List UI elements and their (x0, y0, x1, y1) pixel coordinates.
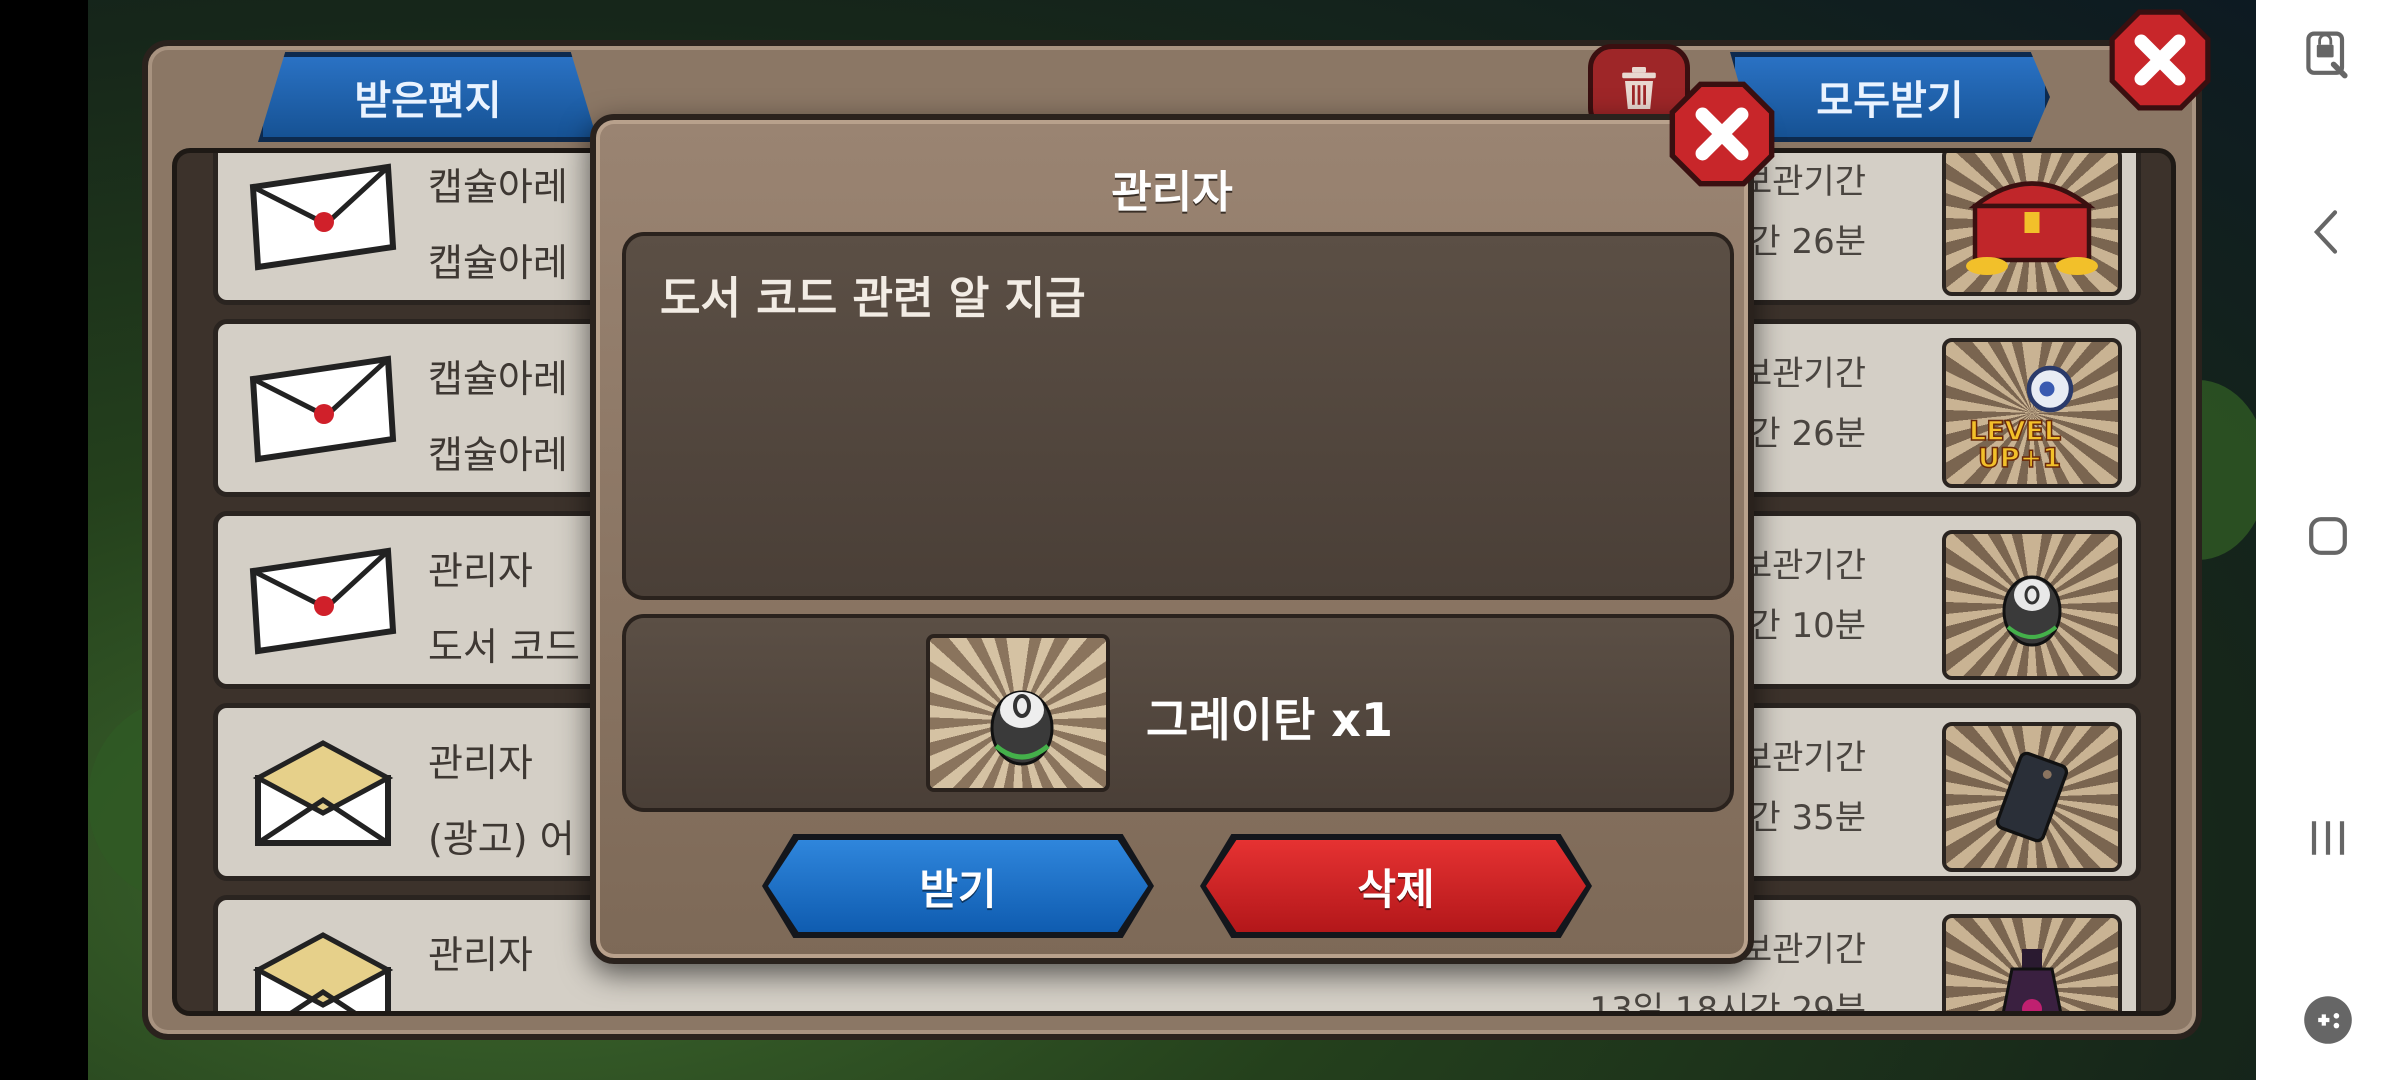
mail-expire-time: 13일 18시간 29분 (1589, 990, 1866, 1016)
recents-icon (2311, 821, 2345, 855)
mail-sender: 캡슐아레 (428, 165, 568, 209)
egg-icon (990, 690, 1054, 766)
mail-reward (1942, 914, 2122, 1011)
game-tools-icon (2304, 996, 2352, 1044)
home-button[interactable] (2292, 500, 2364, 572)
mail-subject: (광고) 어 (428, 817, 575, 861)
message-text: 도서 코드 관련 알 지급 (660, 273, 1086, 324)
trash-icon (1622, 67, 1656, 109)
touch-lock-icon (2306, 31, 2348, 79)
game-tools-button[interactable] (2292, 984, 2364, 1056)
mail-detail-dialog: 관리자 도서 코드 관련 알 지급 그레이탄 x1 받기 삭제 (590, 114, 1754, 964)
mail-expire-label: 보관기간 (1740, 354, 1866, 394)
potion-icon (2002, 949, 2062, 1011)
ticket-icon (1995, 751, 2069, 843)
mail-subject: 도서 코드 (428, 625, 580, 669)
level-up-icon: LEVEL UP+1 (1968, 365, 2074, 473)
mail-sender: 관리자 (428, 933, 533, 977)
mail-sender: 캡슐아레 (428, 357, 568, 401)
mail-subject: 캡슐아레 (428, 241, 568, 285)
mail-expire-label: 보관기간 (1740, 546, 1866, 586)
receive-button[interactable]: 받기 (768, 840, 1148, 932)
mail-reward: LEVEL UP+1 (1942, 338, 2122, 488)
treasure-chest-icon (1966, 181, 2098, 275)
mail-subject: 캡슐아레 (428, 433, 568, 477)
reward-box: 그레이탄 x1 (622, 614, 1734, 812)
receive-all-button[interactable]: 모두받기 (1730, 52, 2050, 142)
reward-item-frame (926, 634, 1110, 792)
home-icon (2309, 517, 2347, 555)
tab-inbox[interactable]: 받은편지 (258, 52, 598, 142)
back-icon (2313, 210, 2338, 254)
touch-lock-button[interactable] (2292, 20, 2364, 92)
mail-reward (1942, 530, 2122, 680)
mail-expire-label: 보관기간 (1740, 930, 1866, 970)
mail-sender: 관리자 (428, 741, 533, 785)
back-button[interactable] (2292, 196, 2364, 268)
svg-text:UP+1: UP+1 (1978, 443, 2061, 473)
envelope-closed-icon (249, 163, 397, 271)
close-icon[interactable] (1668, 80, 1776, 188)
delete-button[interactable]: 삭제 (1206, 840, 1586, 932)
mail-reward (1942, 722, 2122, 872)
envelope-closed-icon (249, 547, 397, 655)
reward-label: 그레이탄 x1 (1146, 693, 1393, 747)
mail-sender: 관리자 (428, 549, 533, 593)
close-icon[interactable] (2108, 8, 2212, 112)
egg-icon (2002, 575, 2062, 647)
envelope-open-icon (252, 932, 394, 1011)
dialog-title: 관리자 (1111, 167, 1233, 218)
system-navigation-bar (2256, 0, 2400, 1080)
envelope-open-icon (252, 740, 394, 846)
mail-subject: 출석 체크 보상 (428, 1000, 662, 1011)
envelope-closed-icon (249, 355, 397, 463)
recents-button[interactable] (2292, 802, 2364, 874)
mail-reward (1942, 153, 2122, 296)
message-box: 도서 코드 관련 알 지급 (622, 232, 1734, 600)
mail-expire-label: 보관기간 (1740, 738, 1866, 778)
